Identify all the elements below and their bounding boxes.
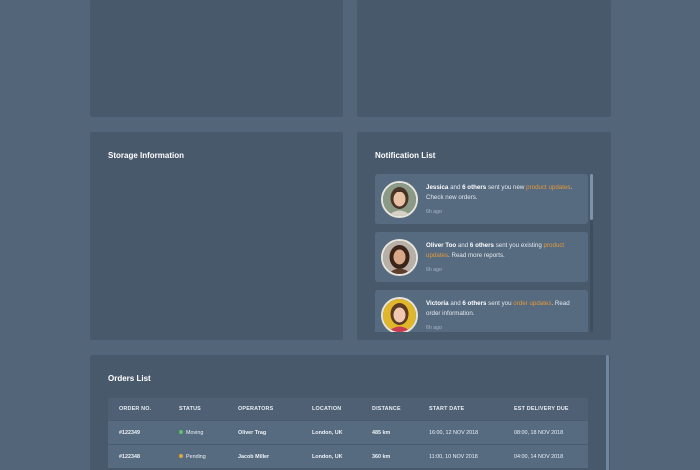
notification-link[interactable]: product updates <box>526 184 570 191</box>
order-distance: 360 km <box>372 454 391 460</box>
order-number: #122349 <box>119 430 140 436</box>
avatar <box>381 181 418 218</box>
storage-panel-title: Storage Information <box>108 151 185 160</box>
user-avatar-icon <box>383 299 416 332</box>
order-location: London, UK <box>312 454 343 460</box>
notification-item[interactable]: Jessica and 6 others sent you new produc… <box>375 174 588 224</box>
notification-item[interactable]: Oliver Too and 6 others sent you existin… <box>375 232 588 282</box>
order-operator: Jacob Miller <box>238 454 270 460</box>
status-dot-icon <box>179 429 183 434</box>
avatar <box>381 297 418 332</box>
order-status-label: Moving <box>186 430 204 436</box>
user-avatar-icon <box>383 241 416 274</box>
notification-joiner: and <box>448 300 463 307</box>
notification-joiner: and <box>448 184 463 191</box>
notification-others: 6 others <box>462 184 487 191</box>
order-start-date: 16:00, 12 NOV 2018 <box>429 430 479 436</box>
notification-joiner: and <box>456 242 470 249</box>
orders-list-panel: Orders List ORDER NO. STATUS OPERATORS L… <box>90 355 610 470</box>
column-header-order-no[interactable]: ORDER NO. <box>119 406 151 412</box>
notification-panel-title: Notification List <box>375 151 436 160</box>
notification-message-end: . Read more reports. <box>448 252 505 259</box>
column-header-est-delivery-due[interactable]: EST DELIVERY DUE <box>514 406 569 412</box>
user-avatar-icon <box>383 183 416 216</box>
order-location: London, UK <box>312 430 343 436</box>
order-status: Moving <box>179 429 204 436</box>
orders-scrollbar[interactable] <box>606 355 609 470</box>
notification-others: 6 others <box>469 242 494 249</box>
notification-message: sent you existing <box>493 242 544 249</box>
notification-time: 6h ago <box>426 267 442 273</box>
column-header-location[interactable]: LOCATION <box>312 406 341 412</box>
top-left-panel <box>90 0 343 117</box>
notification-message: sent you new <box>486 184 527 191</box>
notification-list-panel: Notification List Jessica and 6 others s… <box>357 132 611 340</box>
order-number: #122348 <box>119 454 140 460</box>
notification-message: sent you <box>486 300 514 307</box>
notification-sender: Oliver Too <box>426 242 457 249</box>
notification-list: Jessica and 6 others sent you new produc… <box>375 174 590 332</box>
order-start-date: 11:00, 10 NOV 2018 <box>429 454 478 460</box>
notification-text: Jessica and 6 others sent you new produc… <box>426 183 581 203</box>
order-distance: 485 km <box>372 430 391 436</box>
table-header: ORDER NO. STATUS OPERATORS LOCATION DIST… <box>108 398 588 420</box>
storage-information-panel: Storage Information <box>90 132 343 340</box>
order-operator: Oliver Trag <box>238 430 267 436</box>
orders-table: ORDER NO. STATUS OPERATORS LOCATION DIST… <box>108 398 588 468</box>
notification-sender: Jessica <box>426 184 449 191</box>
column-header-operators[interactable]: OPERATORS <box>238 406 273 412</box>
column-header-distance[interactable]: DISTANCE <box>372 406 401 412</box>
orders-panel-title: Orders List <box>108 374 151 383</box>
notification-time: 6h ago <box>426 325 442 331</box>
column-header-start-date[interactable]: START DATE <box>429 406 464 412</box>
status-dot-icon <box>179 453 183 458</box>
notification-time: 6h ago <box>426 209 442 215</box>
notification-others: 6 others <box>462 300 487 307</box>
notification-text: Oliver Too and 6 others sent you existin… <box>426 241 581 261</box>
top-right-panel <box>357 0 611 117</box>
order-est-delivery-due: 04:00, 14 NOV 2018 <box>514 454 564 460</box>
order-status-label: Pending <box>186 454 206 460</box>
notification-scroll-thumb[interactable] <box>590 174 593 220</box>
order-status: Pending <box>179 453 206 460</box>
notification-text: Victoria and 6 others sent you order upd… <box>426 299 581 319</box>
table-row[interactable]: #122349 Moving Oliver Trag London, UK 48… <box>108 420 588 444</box>
order-est-delivery-due: 08:00, 18 NOV 2018 <box>514 430 564 436</box>
notification-item[interactable]: Victoria and 6 others sent you order upd… <box>375 290 588 332</box>
table-row[interactable]: #122348 Pending Jacob Miller London, UK … <box>108 444 588 468</box>
column-header-status[interactable]: STATUS <box>179 406 201 412</box>
notification-link[interactable]: order updates <box>513 300 551 307</box>
avatar <box>381 239 418 276</box>
notification-scrollbar[interactable] <box>590 174 593 332</box>
notification-sender: Victoria <box>426 300 449 307</box>
